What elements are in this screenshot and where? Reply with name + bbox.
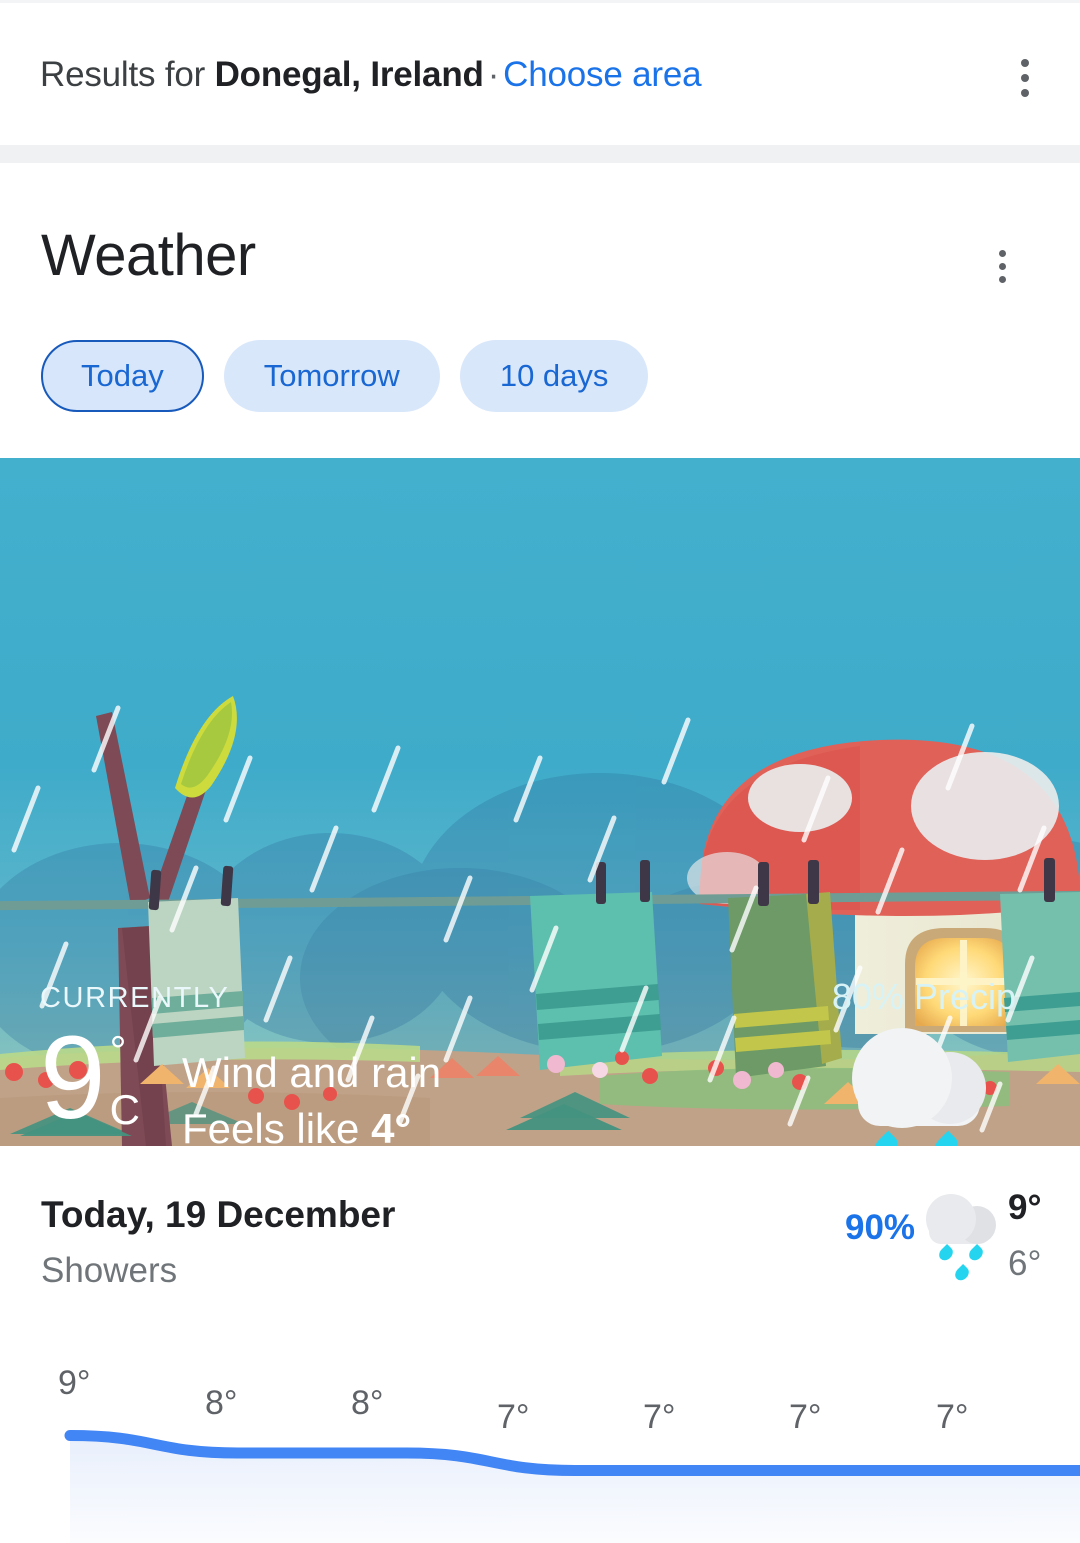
today-forecast-row[interactable]: Today, 19 December Showers 90% 9° 6° <box>0 1146 1080 1336</box>
precip-percentage: 80% Precip <box>831 976 1016 1017</box>
hourly-temperature-chart[interactable]: 9° 8° 8° 7° 7° 7° 7° <box>0 1336 1080 1543</box>
page-title: Weather <box>41 223 256 288</box>
chart-label: 7° <box>497 1398 530 1436</box>
weather-more-vert-icon[interactable] <box>999 250 1007 289</box>
current-weather-banner: CURRENTLY 9 ° C Wind and rain Feels like… <box>0 458 1080 1146</box>
dot <box>1021 59 1029 67</box>
chart-label: 7° <box>936 1398 969 1436</box>
chart-label: 7° <box>789 1398 822 1436</box>
tab-today[interactable]: Today <box>41 340 204 412</box>
choose-area-link[interactable]: Choose area <box>503 55 701 94</box>
separator-dot: · <box>487 55 500 94</box>
chart-label: 9° <box>58 1364 91 1402</box>
chart-label: 8° <box>205 1384 238 1422</box>
temperature-curve <box>64 1430 1080 1543</box>
current-temperature-block: 9 ° C Wind and rain Feels like 4° <box>40 1012 441 1146</box>
dot <box>999 263 1006 270</box>
dot <box>999 250 1006 257</box>
forecast-rain-cloud-icon <box>926 1194 1000 1284</box>
feels-like-label: Feels like <box>181 1105 360 1146</box>
search-results-header: Results for Donegal, Ireland · Choose area <box>0 3 1080 145</box>
feels-like-value: 4° <box>371 1105 412 1146</box>
weather-page: Results for Donegal, Ireland · Choose area… <box>0 0 1080 1543</box>
chart-label: 7° <box>643 1398 676 1436</box>
forecast-low-temp: 6° <box>1008 1244 1042 1283</box>
raindrop <box>966 1243 986 1264</box>
cloud-blob-left <box>852 1028 952 1128</box>
more-vert-icon[interactable] <box>1021 59 1029 97</box>
tab-tomorrow[interactable]: Tomorrow <box>223 340 440 412</box>
raindrop <box>936 1243 956 1264</box>
unit-celsius[interactable]: C <box>110 1087 140 1133</box>
degree-symbol: ° <box>109 1027 127 1074</box>
raindrop <box>929 1130 963 1146</box>
results-prefix: Results for <box>40 55 206 94</box>
forecast-precip-chance: 90% <box>845 1208 916 1247</box>
temp-unit-column: ° C <box>110 1023 140 1133</box>
location-name: Donegal, Ireland <box>214 55 484 94</box>
chart-label: 8° <box>351 1384 384 1422</box>
raindrop <box>952 1263 972 1284</box>
forecast-range-tabs: Today Tomorrow 10 days <box>41 340 649 412</box>
current-condition: Wind and rain <box>181 1049 442 1096</box>
current-temp-value: 9 <box>40 1012 106 1144</box>
condition-column: Wind and rain Feels like 4° <box>182 1023 441 1146</box>
feels-like-line: Feels like 4° <box>182 1101 441 1146</box>
forecast-date: Today, 19 December <box>41 1194 396 1235</box>
forecast-condition: Showers <box>41 1251 178 1290</box>
results-for-text: Results for Donegal, Ireland · Choose area <box>40 55 702 95</box>
forecast-high-temp: 9° <box>1008 1188 1042 1227</box>
dot <box>1021 74 1029 82</box>
raindrop <box>869 1130 903 1146</box>
rain-cloud-icon <box>852 1028 992 1146</box>
dot <box>1021 89 1029 97</box>
dot <box>999 276 1006 283</box>
tab-10-days[interactable]: 10 days <box>459 340 649 412</box>
cloud-blob-left <box>926 1194 976 1244</box>
currently-label: CURRENTLY <box>40 982 230 1014</box>
section-divider <box>0 145 1080 163</box>
